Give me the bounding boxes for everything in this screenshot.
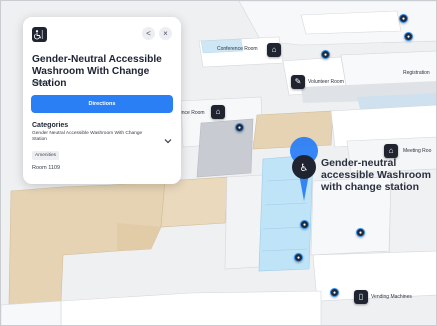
label-conference-room-left: ence Room bbox=[179, 110, 205, 116]
corridor bbox=[196, 118, 254, 178]
share-button[interactable]: < bbox=[142, 27, 155, 40]
washroom-pin-icon[interactable]: ● bbox=[300, 220, 309, 229]
vending-machine-icon[interactable]: ▯ bbox=[354, 290, 368, 304]
map-pin-icon[interactable]: ● bbox=[404, 32, 413, 41]
washroom-pin-icon[interactable]: ● bbox=[294, 253, 303, 262]
conference-room-left-icon[interactable]: ⌂ bbox=[211, 105, 225, 119]
label-meeting-room: Meeting Roo bbox=[403, 148, 432, 154]
label-conference-room: Conference Room bbox=[217, 46, 258, 52]
category-text: Gender Neutral Accessible Washroom With … bbox=[32, 131, 143, 143]
label-registration: Registration bbox=[403, 70, 430, 76]
conference-room-icon[interactable]: ⌂ bbox=[267, 43, 281, 57]
close-button[interactable]: × bbox=[159, 27, 172, 40]
map-pin-icon[interactable]: ● bbox=[330, 288, 339, 297]
map-pin-icon[interactable]: ● bbox=[321, 50, 330, 59]
map-pin-icon[interactable]: ● bbox=[356, 228, 365, 237]
label-selected-location: Gender-neutral accessible Washroom with … bbox=[321, 157, 431, 193]
location-title: Gender-Neutral Accessible Washroom With … bbox=[32, 54, 162, 90]
meeting-room-icon[interactable]: ⌂ bbox=[384, 144, 398, 158]
room-block bbox=[1, 300, 62, 325]
room-block bbox=[300, 10, 402, 35]
location-level: Level 1 bbox=[32, 80, 50, 86]
close-icon: × bbox=[163, 29, 168, 38]
chevron-down-icon[interactable] bbox=[163, 136, 173, 146]
svg-text:♿: ♿ bbox=[300, 163, 309, 174]
location-details-card: < × Gender-Neutral Accessible Washroom W… bbox=[23, 17, 181, 184]
share-icon: < bbox=[146, 29, 151, 38]
tan-block bbox=[160, 176, 230, 228]
accessible-washroom-icon bbox=[32, 27, 47, 42]
room-block bbox=[224, 174, 264, 270]
label-volunteer-room: Volunteer Room bbox=[308, 79, 344, 85]
map-pin-icon[interactable]: ● bbox=[399, 14, 408, 23]
map-pin-icon[interactable]: ● bbox=[235, 123, 244, 132]
volunteer-room-icon[interactable]: ✎ bbox=[291, 75, 305, 89]
categories-heading: Categories bbox=[32, 122, 69, 129]
label-vending-machines: Vending Machines bbox=[371, 294, 412, 300]
map-viewport[interactable]: ♿ Conference Room Volunteer Room Registr… bbox=[0, 0, 437, 326]
directions-button[interactable]: Directions bbox=[31, 95, 173, 113]
category-chip[interactable]: Amenities bbox=[32, 151, 60, 160]
room-number: Room 1109 bbox=[32, 165, 61, 171]
